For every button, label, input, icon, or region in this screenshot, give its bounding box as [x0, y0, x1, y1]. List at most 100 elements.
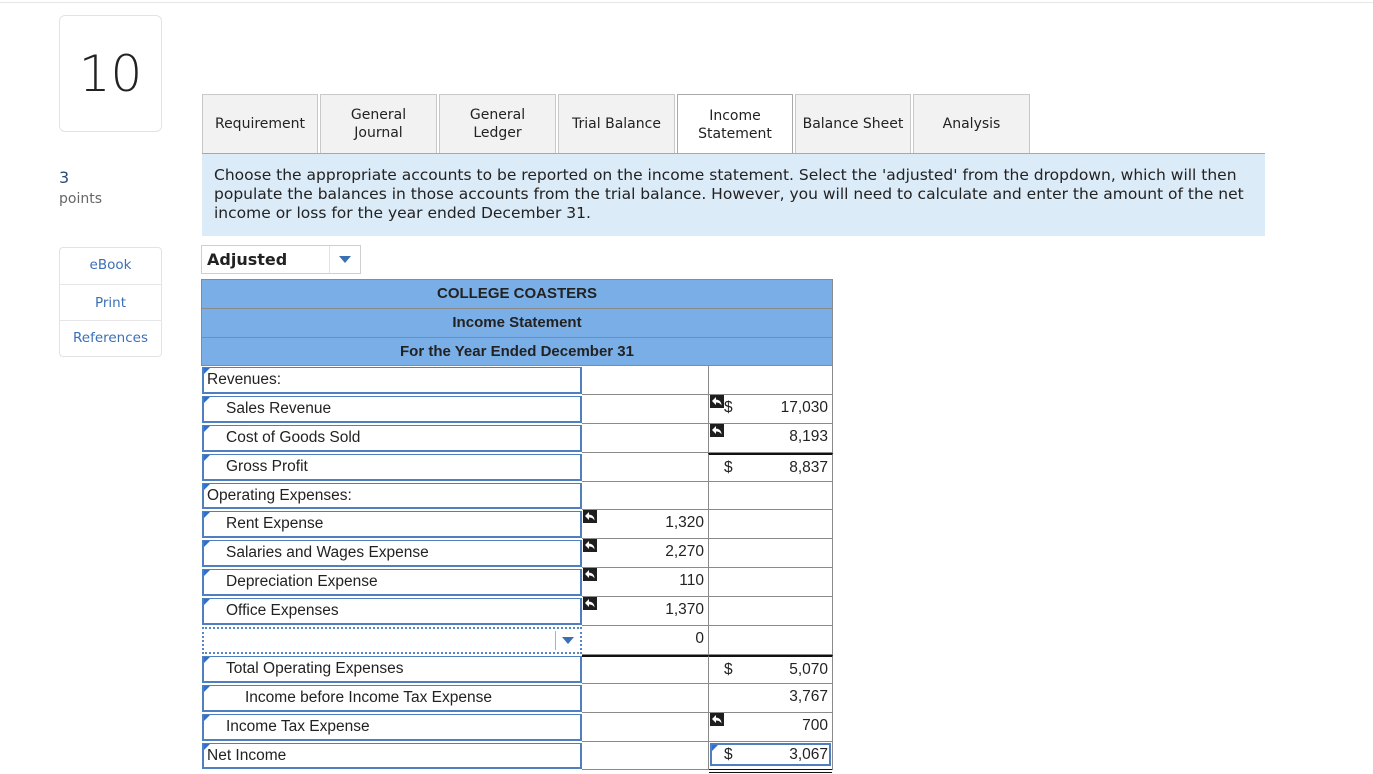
balance-type-select[interactable]: Adjusted — [201, 245, 361, 274]
total-cell[interactable]: $17,030 — [708, 394, 833, 424]
account-name: Income Tax Expense — [226, 717, 370, 735]
account-select[interactable]: Net Income — [202, 742, 582, 770]
flag-marker-icon — [204, 685, 210, 692]
account-select[interactable]: Revenues: — [202, 367, 582, 394]
total-value: 8,837 — [789, 458, 828, 476]
account-name: Office Expenses — [226, 602, 339, 620]
amount-cell[interactable]: 110 — [582, 568, 708, 598]
tab-analysis[interactable]: Analysis — [913, 94, 1030, 153]
total-cell[interactable] — [708, 481, 833, 511]
references-link[interactable]: References — [60, 321, 161, 356]
tab-trial-balance[interactable]: Trial Balance — [558, 94, 675, 153]
flag-marker-icon — [204, 541, 210, 548]
chevron-down-icon — [555, 631, 580, 650]
chevron-down-icon — [330, 256, 360, 263]
account-select[interactable] — [202, 627, 582, 654]
account-select[interactable]: Rent Expense — [202, 511, 582, 539]
account-cell: Cost of Goods Sold — [201, 424, 582, 453]
undo-icon[interactable] — [710, 712, 724, 726]
account-select[interactable]: Operating Expenses: — [202, 482, 582, 510]
account-select[interactable]: Office Expenses — [202, 598, 582, 626]
total-cell[interactable] — [708, 539, 833, 569]
total-cell[interactable]: $3,067 — [708, 741, 833, 774]
table-row: Revenues: — [201, 366, 833, 395]
account-cell: Income Tax Expense — [201, 713, 582, 742]
amount-cell[interactable] — [582, 424, 708, 453]
table-row: Cost of Goods Sold 8,193 — [201, 423, 833, 453]
amount-cell[interactable]: 1,320 — [582, 510, 708, 540]
total-cell[interactable] — [708, 366, 833, 395]
undo-icon[interactable] — [583, 539, 597, 553]
account-select[interactable]: Depreciation Expense — [202, 569, 582, 597]
account-select[interactable]: Sales Revenue — [202, 395, 582, 423]
account-select[interactable]: Cost of Goods Sold — [202, 424, 582, 452]
ebook-link[interactable]: eBook — [60, 248, 161, 285]
amount-cell[interactable] — [582, 453, 708, 482]
flag-marker-icon — [204, 743, 210, 750]
balance-type-value: Adjusted — [202, 246, 330, 273]
total-value: 700 — [802, 716, 828, 734]
account-cell: Revenues: — [201, 366, 582, 395]
table-row: Office Expenses 1,370 — [201, 597, 833, 627]
amount-cell[interactable] — [582, 395, 708, 424]
account-cell: Office Expenses — [201, 597, 582, 626]
undo-icon[interactable] — [583, 510, 597, 524]
account-name: Depreciation Expense — [226, 573, 378, 591]
tab-requirement[interactable]: Requirement — [202, 94, 318, 153]
amount-cell[interactable]: 0 — [582, 626, 708, 655]
print-link[interactable]: Print — [60, 285, 161, 321]
total-cell[interactable]: $8,837 — [708, 452, 833, 482]
amount-cell[interactable] — [582, 742, 708, 771]
account-select[interactable]: Income before Income Tax Expense — [202, 684, 582, 712]
tab-income-statement[interactable]: Income Statement — [677, 94, 793, 154]
total-cell[interactable]: 3,767 — [708, 683, 833, 713]
total-cell[interactable] — [708, 510, 833, 540]
undo-icon[interactable] — [710, 394, 724, 408]
tab-general-ledger[interactable]: General Ledger — [439, 94, 556, 153]
total-cell[interactable]: $5,070 — [708, 654, 833, 684]
table-row: Income before Income Tax Expense 3,767 — [201, 683, 833, 713]
total-value: 5,070 — [789, 660, 828, 678]
account-cell: Operating Expenses: — [201, 482, 582, 511]
account-select[interactable]: Salaries and Wages Expense — [202, 540, 582, 568]
undo-icon[interactable] — [583, 597, 597, 611]
dollar-sign: $ — [724, 660, 733, 678]
total-value: 3,067 — [789, 745, 828, 763]
table-row: Depreciation Expense 110 — [201, 568, 833, 598]
side-links: eBook Print References — [59, 247, 162, 357]
amount-cell[interactable] — [582, 684, 708, 713]
amount-cell[interactable] — [582, 366, 708, 395]
undo-icon[interactable] — [583, 568, 597, 582]
tab-general-journal[interactable]: General Journal — [320, 94, 437, 153]
table-row: Salaries and Wages Expense 2,270 — [201, 539, 833, 569]
account-select[interactable]: Income Tax Expense — [202, 713, 582, 741]
account-select[interactable]: Total Operating Expenses — [202, 655, 582, 683]
total-cell[interactable] — [708, 626, 833, 655]
account-name: Revenues: — [207, 371, 282, 388]
total-cell[interactable]: 8,193 — [708, 423, 833, 453]
amount-value: 2,270 — [665, 543, 704, 561]
account-name: Gross Profit — [226, 457, 308, 475]
total-cell[interactable] — [708, 597, 833, 627]
amount-value: 0 — [695, 630, 704, 648]
undo-icon[interactable] — [710, 423, 724, 437]
flag-marker-icon — [204, 368, 210, 374]
total-cell[interactable] — [708, 568, 833, 598]
statement-period: For the Year Ended December 31 — [201, 337, 833, 366]
tab-balance-sheet[interactable]: Balance Sheet — [795, 94, 911, 153]
amount-cell[interactable] — [582, 482, 708, 511]
account-select[interactable]: Gross Profit — [202, 453, 582, 481]
table-row: Sales Revenue $17,030 — [201, 394, 833, 424]
statement-title: Income Statement — [201, 308, 833, 337]
total-value: 8,193 — [789, 427, 828, 445]
amount-cell[interactable] — [582, 713, 708, 742]
amount-cell[interactable] — [582, 654, 708, 684]
account-name: Total Operating Expenses — [226, 659, 404, 677]
flag-marker-icon — [204, 483, 210, 490]
total-cell[interactable]: 700 — [708, 712, 833, 742]
account-name: Rent Expense — [226, 515, 324, 533]
account-name: Operating Expenses: — [207, 486, 352, 504]
account-name: Cost of Goods Sold — [226, 428, 361, 446]
amount-cell[interactable]: 2,270 — [582, 539, 708, 569]
amount-cell[interactable]: 1,370 — [582, 597, 708, 627]
